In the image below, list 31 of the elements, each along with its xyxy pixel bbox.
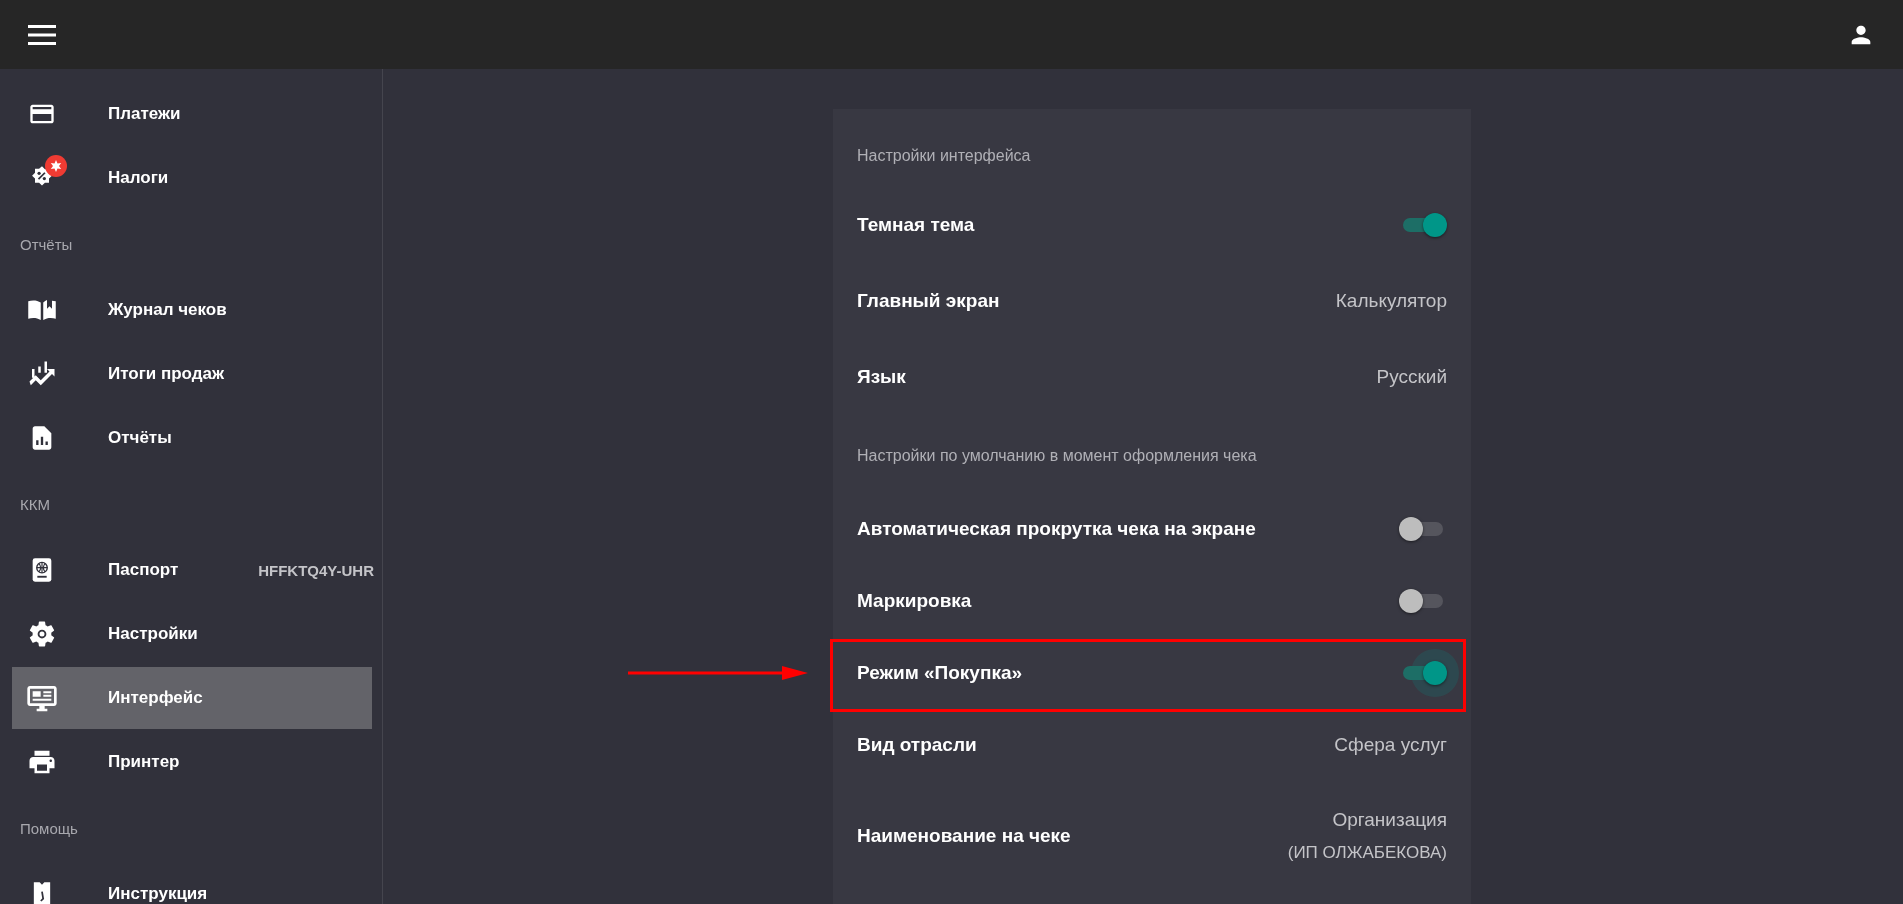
- sidebar-item[interactable]: Журнал чеков: [12, 279, 372, 341]
- gear-icon: [27, 619, 57, 649]
- section-heading: Настройки по умолчанию в момент оформления чека: [857, 447, 1257, 464]
- setting-label: Главный экран: [857, 290, 1000, 312]
- setting-label: Язык: [857, 366, 906, 388]
- setting-label: Наименование на чеке: [857, 825, 1071, 847]
- setting-value-note: (ИП ОЛЖАБЕКОВА): [1287, 843, 1447, 863]
- sidebar-item[interactable]: Отчёты: [12, 407, 372, 469]
- sidebar-item[interactable]: Инструкция: [12, 863, 372, 904]
- setting-label: Режим «Покупка»: [857, 662, 1023, 684]
- sidebar-item[interactable]: Принтер: [12, 731, 372, 793]
- section-heading: Помощь: [20, 819, 78, 837]
- setting-value[interactable]: Организация: [1332, 809, 1447, 831]
- item-value: HFFKTQ4Y-UHR: [258, 561, 374, 579]
- sidebar-item[interactable]: Платежи: [12, 83, 372, 145]
- setting-label: Вид отрасли: [857, 734, 977, 756]
- section-heading: Отчёты: [20, 235, 73, 253]
- menu-icon[interactable]: [28, 23, 56, 46]
- setting-label: Темная тема: [857, 214, 975, 236]
- setting-value[interactable]: Калькулятор: [1335, 290, 1447, 312]
- section-heading: Настройки интерфейса: [857, 147, 1031, 164]
- sidebar-item[interactable]: Паспорт HFFKTQ4Y-UHR: [12, 539, 372, 601]
- setting-label: Автоматическая прокрутка чека на экране: [857, 518, 1256, 540]
- setting-value[interactable]: Сфера услуг: [1334, 734, 1447, 756]
- sidebar-item[interactable]: Итоги продаж: [12, 343, 372, 405]
- setting-value[interactable]: Русский: [1376, 366, 1447, 388]
- sidebar-item[interactable]: Настройки: [12, 603, 372, 665]
- sidebar-item[interactable]: Интерфейс: [12, 667, 372, 729]
- setting-label: Маркировка: [857, 590, 972, 612]
- section-heading: ККМ: [20, 495, 50, 513]
- sidebar-item[interactable]: Налоги: [12, 147, 372, 209]
